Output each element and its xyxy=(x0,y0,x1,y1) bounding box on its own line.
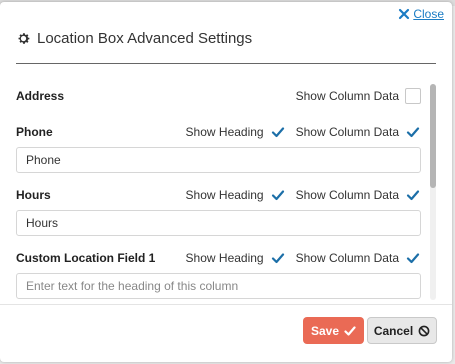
show-heading-option: Show Heading xyxy=(186,250,286,266)
show-column-data-option: Show Column Data xyxy=(296,250,421,266)
dialog-header: Location Box Advanced Settings xyxy=(16,30,252,47)
header-divider xyxy=(16,63,436,64)
address-show-column-data-checkbox[interactable] xyxy=(405,88,421,104)
ban-icon xyxy=(418,325,430,336)
gear-icon xyxy=(16,31,31,46)
cancel-button[interactable]: Cancel xyxy=(367,317,437,344)
checkmark-icon xyxy=(271,253,284,264)
field-row-hours: Hours Show Heading Show Column Data xyxy=(16,183,421,207)
phone-show-heading-checkbox[interactable] xyxy=(270,124,286,140)
footer-divider xyxy=(0,304,452,305)
phone-show-column-data-checkbox[interactable] xyxy=(405,124,421,140)
show-column-data-label: Show Column Data xyxy=(295,125,399,139)
show-column-data-option: Show Column Data xyxy=(296,88,421,104)
show-column-data-option: Show Column Data xyxy=(296,187,421,203)
phone-heading-input[interactable] xyxy=(16,147,421,173)
scrollbar-thumb[interactable] xyxy=(430,84,436,188)
show-heading-label: Show Heading xyxy=(185,188,264,202)
cancel-button-label: Cancel xyxy=(373,323,414,338)
field-title-hours: Hours xyxy=(16,188,51,202)
custom-field-heading-input[interactable] xyxy=(16,273,421,299)
checkmark-icon xyxy=(406,127,420,138)
custom-field-show-column-data-checkbox[interactable] xyxy=(405,250,421,266)
checkmark-icon xyxy=(406,253,420,264)
checkmark-icon xyxy=(271,127,284,138)
field-row-custom-location-field-1: Custom Location Field 1 Show Heading Sho… xyxy=(16,246,421,270)
hours-show-column-data-checkbox[interactable] xyxy=(405,187,421,203)
close-button[interactable]: Close xyxy=(398,7,444,21)
field-title-address: Address xyxy=(16,89,65,103)
show-column-data-option: Show Column Data xyxy=(296,124,421,140)
custom-field-show-heading-checkbox[interactable] xyxy=(270,250,286,266)
close-icon xyxy=(398,8,410,20)
field-row-address: Address Show Column Data xyxy=(16,84,421,108)
fields-list: Address Show Column Data Phone Show Head… xyxy=(16,82,421,302)
show-column-data-label: Show Column Data xyxy=(295,188,399,202)
checkmark-icon xyxy=(406,190,420,201)
field-title-custom-location-field-1: Custom Location Field 1 xyxy=(16,251,156,265)
dialog-title: Location Box Advanced Settings xyxy=(37,30,253,47)
show-heading-option: Show Heading xyxy=(186,187,286,203)
show-column-data-label: Show Column Data xyxy=(295,89,399,103)
close-label: Close xyxy=(413,7,444,21)
field-title-phone: Phone xyxy=(16,125,53,139)
hours-show-heading-checkbox[interactable] xyxy=(270,187,286,203)
checkmark-icon xyxy=(271,190,284,201)
settings-dialog: Close Location Box Advanced Settings Add… xyxy=(0,2,452,362)
checkmark-icon xyxy=(344,325,356,336)
hours-heading-input[interactable] xyxy=(16,210,421,236)
field-row-phone: Phone Show Heading Show Column Data xyxy=(16,120,421,144)
show-heading-label: Show Heading xyxy=(185,251,264,265)
show-heading-option: Show Heading xyxy=(186,124,286,140)
save-button-label: Save xyxy=(310,323,340,338)
save-button[interactable]: Save xyxy=(303,317,364,344)
show-column-data-label: Show Column Data xyxy=(295,251,399,265)
show-heading-label: Show Heading xyxy=(185,125,264,139)
